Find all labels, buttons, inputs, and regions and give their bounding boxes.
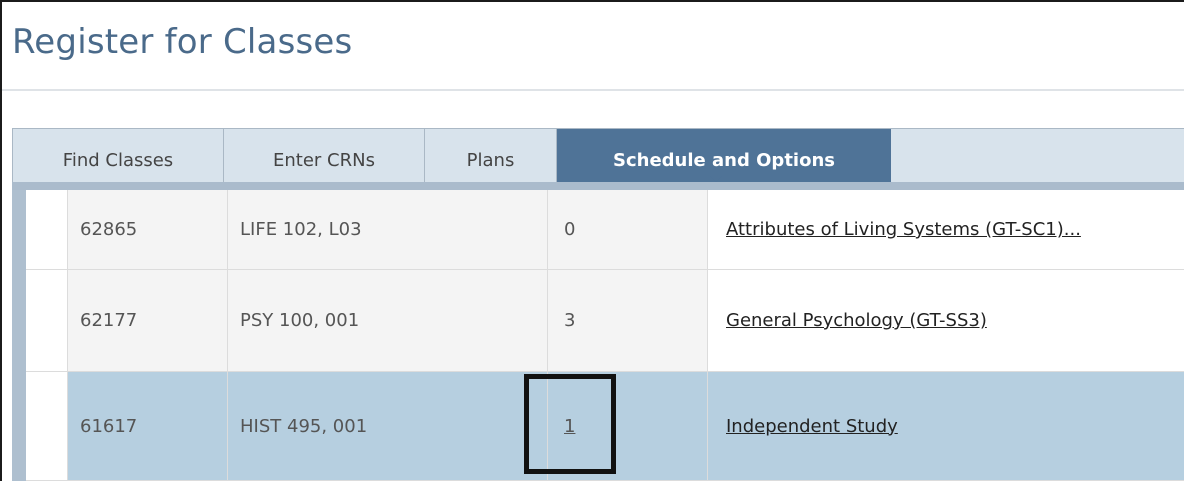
- row-lead-cell: [26, 372, 68, 480]
- tab-plans[interactable]: Plans: [425, 129, 557, 183]
- number-cell: 0: [548, 190, 708, 269]
- course-title-link[interactable]: General Psychology (GT-SS3): [726, 310, 987, 331]
- table-row[interactable]: 62177 PSY 100, 001 3 General Psychology …: [26, 270, 1184, 372]
- panel-side-strip: [12, 190, 26, 481]
- tab-enter-crns[interactable]: Enter CRNs: [224, 129, 425, 183]
- title-cell: General Psychology (GT-SS3): [708, 270, 1184, 371]
- annotation-highlight-box: [524, 374, 616, 474]
- table-row[interactable]: 62865 LIFE 102, L03 0 Attributes of Livi…: [26, 190, 1184, 270]
- title-divider: [2, 89, 1184, 91]
- tab-bar: Find Classes Enter CRNs Plans Schedule a…: [12, 128, 1184, 183]
- row-lead-cell: [26, 270, 68, 371]
- title-cell: Attributes of Living Systems (GT-SC1)...: [708, 190, 1184, 269]
- course-title-link[interactable]: Independent Study: [726, 416, 898, 437]
- course-cell: LIFE 102, L03: [228, 190, 548, 269]
- crn-cell: 61617: [68, 372, 228, 480]
- tab-underline-band: [12, 182, 1184, 190]
- crn-cell: 62865: [68, 190, 228, 269]
- tab-find-classes[interactable]: Find Classes: [12, 129, 224, 183]
- number-cell: 3: [548, 270, 708, 371]
- course-cell: PSY 100, 001: [228, 270, 548, 371]
- crn-cell: 62177: [68, 270, 228, 371]
- tab-schedule-and-options[interactable]: Schedule and Options: [557, 129, 891, 183]
- title-cell: Independent Study: [708, 372, 1184, 480]
- page-title: Register for Classes: [12, 22, 353, 62]
- course-cell: HIST 495, 001: [228, 372, 548, 480]
- row-lead-cell: [26, 190, 68, 269]
- course-title-link[interactable]: Attributes of Living Systems (GT-SC1)...: [726, 219, 1081, 240]
